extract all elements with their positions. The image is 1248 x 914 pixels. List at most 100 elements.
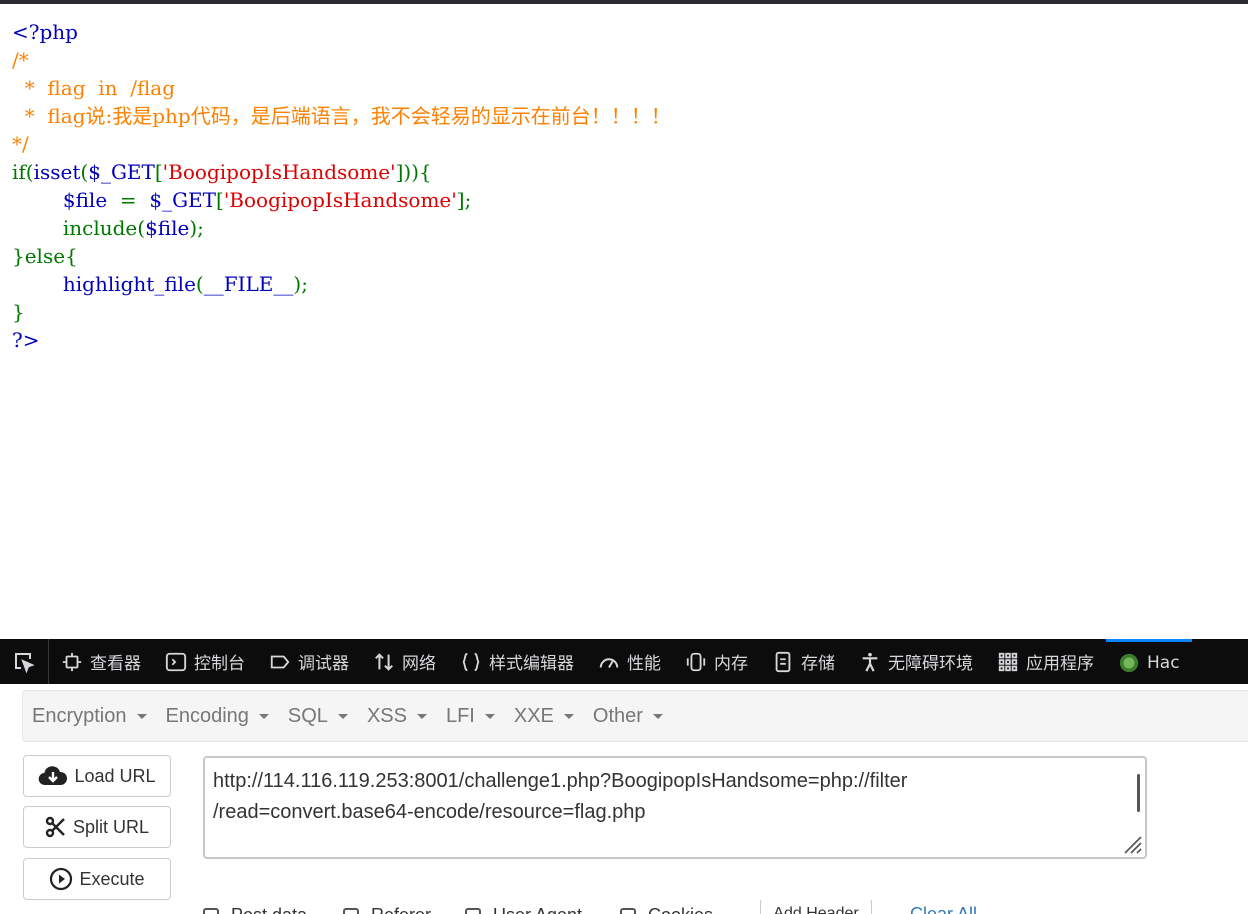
menu-label: Encoding [166, 705, 249, 728]
code-line: ?> [12, 326, 671, 354]
hackbar-icon [1118, 652, 1140, 674]
code-token: 'BoogipopIsHandsome' [224, 188, 457, 212]
devtools-tab-label: 控制台 [194, 649, 245, 674]
menu-label: SQL [288, 705, 328, 728]
code-token: = [114, 188, 143, 212]
checkbox[interactable] [465, 908, 481, 914]
load-url-button[interactable]: Load URL [23, 755, 171, 797]
menu-label: LFI [446, 705, 475, 728]
checkbox[interactable] [343, 908, 359, 914]
code-line: $file = $_GET['BoogipopIsHandsome']; [12, 186, 671, 214]
checkbox[interactable] [203, 908, 219, 914]
menu-sql[interactable]: SQL [279, 691, 358, 741]
caret-down-icon [259, 714, 269, 719]
code-token: ])){ [396, 160, 432, 184]
split-url-label: Split URL [73, 817, 149, 838]
devtools-tab-label: 内存 [714, 649, 748, 674]
code-token [12, 188, 63, 212]
code-token: ); [293, 272, 308, 296]
caret-down-icon [564, 714, 574, 719]
menu-label: Encryption [32, 705, 127, 728]
code-token: ?> [12, 328, 39, 352]
hackbar-options-row: Post data Referer User Agent Cookies Add… [203, 900, 1248, 914]
menu-other[interactable]: Other [584, 691, 673, 741]
code-token: <?php [12, 20, 78, 44]
url-textarea[interactable]: http://114.116.119.253:8001/challenge1.p… [203, 756, 1147, 859]
code-line: * flag说:我是php代码，是后端语言，我不会轻易的显示在前台！！！！ [12, 102, 671, 130]
console-icon [165, 651, 187, 673]
devtools-tab-label: 样式编辑器 [489, 649, 574, 674]
menu-label: Other [593, 705, 643, 728]
code-line: /* [12, 46, 671, 74]
code-token: ]; [457, 188, 472, 212]
tab-storage[interactable]: 存储 [760, 639, 847, 684]
inspector-icon [61, 651, 83, 673]
checkbox[interactable] [620, 908, 636, 914]
devtools-tab-label: 性能 [627, 649, 661, 674]
application-icon [997, 651, 1019, 673]
devtools-toolbar: 查看器 控制台调试器 网络 样式编辑器 性能 内存存储 无障碍环境 应用程序 Hac [0, 639, 1248, 684]
execute-label: Execute [79, 869, 144, 890]
menu-xxe[interactable]: XXE [505, 691, 584, 741]
menu-lfi[interactable]: LFI [437, 691, 505, 741]
code-token: /* [12, 48, 29, 72]
menu-xss[interactable]: XSS [358, 691, 437, 741]
devtools-tab-label: 网络 [402, 649, 436, 674]
tab-network[interactable]: 网络 [361, 639, 448, 684]
accessibility-icon [859, 651, 881, 673]
code-token: [ [155, 160, 163, 184]
tab-hackbar[interactable]: Hac [1106, 639, 1192, 684]
code-token: } [12, 300, 25, 324]
add-header-button[interactable]: Add Header [760, 900, 872, 914]
devtools-tab-label: Hac [1147, 653, 1180, 673]
caret-down-icon [653, 714, 663, 719]
caret-down-icon [485, 714, 495, 719]
scissors-icon [45, 816, 67, 838]
element-picker-button[interactable] [0, 639, 49, 684]
code-line: if(isset($_GET['BoogipopIsHandsome'])){ [12, 158, 671, 186]
performance-icon [598, 651, 620, 673]
devtools-tab-label: 查看器 [90, 649, 141, 674]
caret-down-icon [137, 714, 147, 719]
code-token: ); [189, 216, 204, 240]
code-line: highlight_file(__FILE__); [12, 270, 671, 298]
hackbar-panel: Encryption Encoding SQL XSS LFI XXE Other Load… [0, 684, 1248, 910]
code-token: * flag in /flag [12, 76, 175, 100]
split-url-button[interactable]: Split URL [23, 806, 171, 848]
menu-encoding[interactable]: Encoding [157, 691, 279, 741]
tab-inspector[interactable]: 查看器 [49, 639, 153, 684]
execute-button[interactable]: Execute [23, 858, 171, 900]
tab-memory[interactable]: 内存 [673, 639, 760, 684]
code-token [12, 272, 63, 296]
devtools-tab-label: 应用程序 [1026, 649, 1094, 674]
code-line: include($file); [12, 214, 671, 242]
url-text[interactable]: http://114.116.119.253:8001/challenge1.p… [213, 766, 1113, 828]
element-picker-icon [12, 650, 36, 674]
tab-application[interactable]: 应用程序 [985, 639, 1106, 684]
clear-all-link[interactable]: Clear All [910, 904, 977, 914]
code-line: */ [12, 130, 671, 158]
code-token: $_GET [143, 188, 216, 212]
code-token: __FILE__ [204, 272, 294, 296]
code-token: if( [12, 160, 34, 184]
code-line: } [12, 298, 671, 326]
network-icon [373, 651, 395, 673]
menu-encryption[interactable]: Encryption [23, 691, 157, 741]
caret-down-icon [338, 714, 348, 719]
memory-icon [685, 651, 707, 673]
tab-performance[interactable]: 性能 [586, 639, 673, 684]
storage-icon [772, 651, 794, 673]
tab-style-editor[interactable]: 样式编辑器 [448, 639, 586, 684]
tab-accessibility[interactable]: 无障碍环境 [847, 639, 985, 684]
code-token: include( [12, 216, 145, 240]
code-token: */ [12, 132, 29, 156]
tab-console[interactable]: 控制台 [153, 639, 257, 684]
load-url-label: Load URL [74, 766, 155, 787]
devtools-tab-label: 无障碍环境 [888, 649, 973, 674]
tab-debugger[interactable]: 调试器 [257, 639, 361, 684]
hackbar-menu: Encryption Encoding SQL XSS LFI XXE Other [22, 690, 1248, 742]
code-token: ( [196, 272, 204, 296]
resize-grip-icon[interactable] [1121, 833, 1143, 855]
text-cursor [1137, 774, 1140, 812]
caret-down-icon [417, 714, 427, 719]
